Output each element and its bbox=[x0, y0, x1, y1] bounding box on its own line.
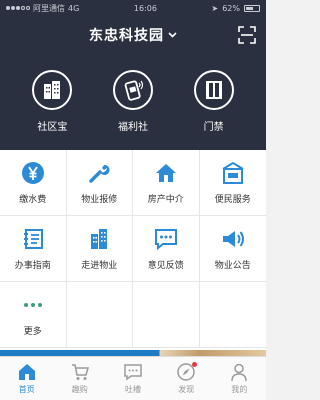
tab-label: 我的 bbox=[231, 385, 248, 394]
service-label: 更多 bbox=[23, 327, 42, 337]
tab-label: 首页 bbox=[18, 385, 35, 394]
page-title: 东忠科技园 bbox=[89, 28, 164, 44]
guide-icon bbox=[23, 229, 43, 249]
tab-bar: 首页 趣购 吐槽 发现 我的 bbox=[0, 356, 266, 400]
service-about-property[interactable]: 走进物业 bbox=[66, 216, 133, 282]
service-feedback[interactable]: 意见反馈 bbox=[133, 216, 200, 282]
empty-cell bbox=[133, 282, 200, 348]
service-repair[interactable]: 物业报修 bbox=[66, 150, 133, 216]
empty-cell bbox=[66, 282, 133, 348]
top-features: 社区宝 福利社 门禁 bbox=[0, 70, 266, 133]
house-icon bbox=[155, 164, 176, 182]
tab-home[interactable]: 首页 bbox=[0, 357, 53, 400]
service-label: 办事指南 bbox=[14, 261, 51, 271]
cart-icon bbox=[71, 364, 89, 380]
feature-shequbao[interactable]: 社区宝 bbox=[17, 70, 87, 133]
service-announcement[interactable]: 物业公告 bbox=[199, 216, 266, 282]
header: 阿里通信 4G 16:06 ➤ 62% 东忠科技园 社区宝 福利社 门禁 bbox=[0, 0, 266, 150]
service-grid: 缴水费 物业报修 房产中介 便民服务 办事指南 走进物业 意见反馈 物业公告 更… bbox=[0, 150, 266, 350]
feature-menjin[interactable]: 门禁 bbox=[179, 70, 249, 133]
service-label: 走进物业 bbox=[81, 261, 118, 271]
building-icon bbox=[44, 81, 61, 99]
yen-icon bbox=[21, 162, 44, 184]
battery-percent: 62% bbox=[222, 3, 240, 13]
carrier-label: 阿里通信 bbox=[33, 3, 65, 13]
building-icon bbox=[91, 229, 108, 249]
clock: 16:06 bbox=[133, 3, 157, 13]
service-more[interactable]: 更多 bbox=[0, 282, 67, 348]
user-icon bbox=[231, 363, 248, 382]
speaker-icon bbox=[222, 231, 244, 247]
signal-icon bbox=[6, 6, 30, 10]
phone-gift-icon bbox=[124, 80, 144, 101]
service-guide[interactable]: 办事指南 bbox=[0, 216, 67, 282]
tab-complain[interactable]: 吐槽 bbox=[106, 357, 159, 400]
status-bar: 阿里通信 4G 16:06 ➤ 62% bbox=[0, 0, 266, 16]
scan-icon[interactable] bbox=[238, 26, 256, 44]
service-label: 物业公告 bbox=[214, 261, 251, 271]
empty-cell bbox=[199, 282, 266, 348]
service-label: 缴水费 bbox=[19, 195, 47, 205]
network-label: 4G bbox=[68, 3, 80, 13]
door-icon bbox=[205, 81, 222, 99]
tab-label: 趣购 bbox=[71, 385, 88, 394]
feature-label: 福利社 bbox=[117, 122, 148, 133]
location-icon: ➤ bbox=[211, 3, 219, 13]
service-label: 房产中介 bbox=[147, 195, 184, 205]
notification-dot bbox=[192, 362, 198, 367]
community-selector[interactable]: 东忠科技园 bbox=[0, 22, 266, 48]
tab-label: 发现 bbox=[178, 385, 195, 394]
tab-shop[interactable]: 趣购 bbox=[53, 357, 106, 400]
service-label: 物业报修 bbox=[81, 195, 118, 205]
service-real-estate[interactable]: 房产中介 bbox=[133, 150, 200, 216]
feature-fulishe[interactable]: 福利社 bbox=[98, 70, 168, 133]
service-convenience[interactable]: 便民服务 bbox=[199, 150, 266, 216]
comment-icon bbox=[124, 364, 142, 381]
home-icon bbox=[18, 364, 35, 380]
service-pay-water[interactable]: 缴水费 bbox=[0, 150, 67, 216]
feature-label: 社区宝 bbox=[37, 122, 68, 133]
tab-label: 吐槽 bbox=[125, 385, 141, 394]
service-label: 意见反馈 bbox=[147, 261, 184, 271]
store-icon bbox=[222, 161, 244, 184]
chat-icon bbox=[154, 229, 177, 251]
battery-icon bbox=[244, 4, 260, 12]
more-icon bbox=[23, 303, 42, 307]
tab-discover[interactable]: 发现 bbox=[160, 357, 213, 400]
feature-label: 门禁 bbox=[203, 122, 224, 133]
tab-mine[interactable]: 我的 bbox=[213, 357, 266, 400]
service-label: 便民服务 bbox=[214, 195, 251, 205]
wrench-icon bbox=[89, 164, 110, 183]
chevron-down-icon bbox=[168, 32, 177, 38]
